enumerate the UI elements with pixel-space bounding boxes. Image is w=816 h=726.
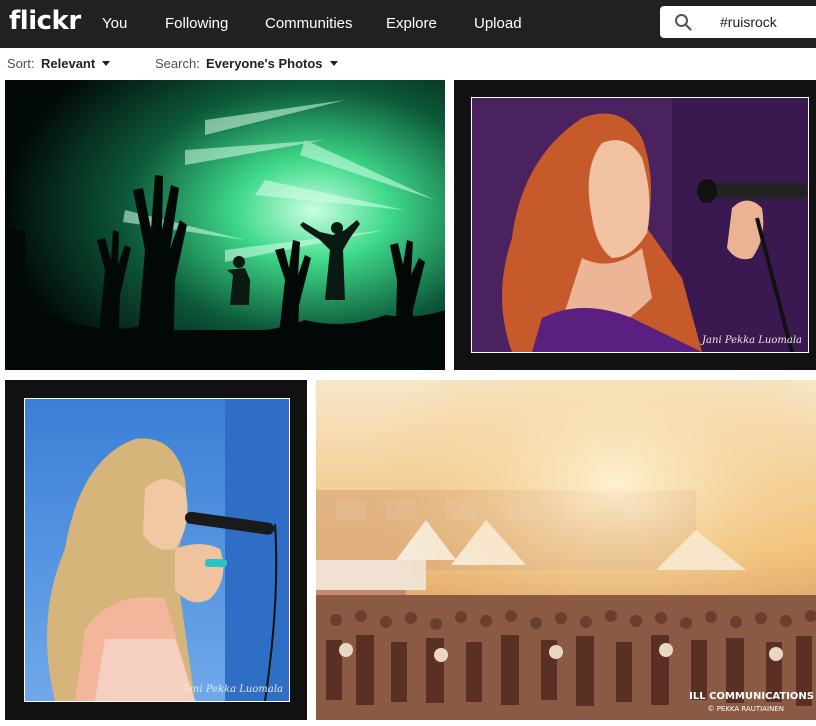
crowd-watermark-credit: © PEKKA RAUTIAINEN — [707, 705, 784, 713]
nav-following[interactable]: Following — [165, 15, 228, 32]
nav-explore[interactable]: Explore — [386, 15, 437, 32]
photo-blonde-singer[interactable]: Jani Pekka Luomala — [5, 380, 307, 720]
nav-upload[interactable]: Upload — [474, 15, 522, 32]
search-scope-value: Everyone's Photos — [206, 56, 323, 71]
nav-communities[interactable]: Communities — [265, 15, 353, 32]
sort-value: Relevant — [41, 56, 96, 71]
chevron-down-icon — [329, 61, 338, 66]
photographer-watermark: Jani Pekka Luomala — [183, 684, 283, 695]
sort-label: Sort: — [7, 56, 35, 71]
concert-lights-image — [5, 80, 445, 370]
festival-crowd-image — [316, 380, 816, 720]
search-input[interactable]: #ruisrock — [660, 6, 816, 38]
search-query: #ruisrock — [720, 14, 777, 30]
redhead-singer-image — [472, 98, 808, 352]
chevron-down-icon — [102, 61, 111, 66]
nav-you[interactable]: You — [102, 15, 127, 32]
filter-bar: Sort: Relevant Search: Everyone's Photos — [0, 48, 816, 78]
sort-dropdown[interactable]: Relevant — [41, 56, 111, 71]
photo-festival-crowd[interactable]: ILL COMMUNICATIONS © PEKKA RAUTIAINEN — [316, 380, 816, 720]
top-navigation-bar: flickr You Following Communities Explore… — [0, 0, 816, 48]
blonde-singer-image — [25, 399, 289, 701]
search-scope-dropdown[interactable]: Everyone's Photos — [206, 56, 338, 71]
search-scope-label: Search: — [155, 56, 200, 71]
crowd-watermark-title: ILL COMMUNICATIONS — [689, 691, 814, 702]
photo-redhead-singer[interactable]: Jani Pekka Luomala — [454, 80, 816, 370]
search-icon[interactable] — [674, 13, 692, 31]
photo-concert-lights[interactable] — [5, 80, 445, 370]
photographer-watermark: Jani Pekka Luomala — [702, 335, 802, 346]
flickr-logo[interactable]: flickr — [9, 6, 81, 36]
